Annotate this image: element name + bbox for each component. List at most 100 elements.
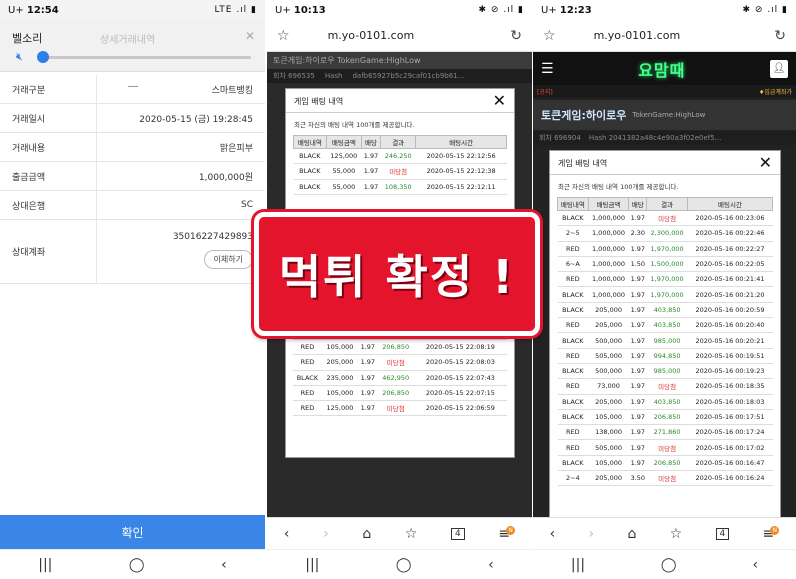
detail-value: 35016227429893: [172, 232, 253, 242]
recent-apps-icon[interactable]: |||: [305, 557, 319, 573]
recent-apps-icon[interactable]: |||: [571, 557, 585, 573]
column-header: 배팅내역: [557, 197, 589, 211]
recent-apps-icon[interactable]: |||: [38, 557, 52, 573]
table-cell: 2020-05-15 22:06:59: [413, 400, 507, 417]
table-cell: 미당첨: [377, 400, 414, 417]
menu-icon[interactable]: ≡N: [498, 525, 516, 542]
table-cell: 1.97: [628, 394, 647, 410]
home-icon[interactable]: ⌂: [362, 526, 371, 542]
column-header: 결과: [380, 135, 417, 149]
stamp-text: 먹튀 확정 !: [278, 250, 516, 304]
table-cell: 108,350: [380, 179, 416, 195]
table-cell: 1,000,000: [588, 225, 629, 242]
menu-icon[interactable]: ≡N: [763, 525, 780, 542]
close-icon[interactable]: ✕: [759, 153, 772, 172]
confirm-button[interactable]: 확인: [0, 515, 265, 549]
reload-icon[interactable]: ↻: [510, 28, 522, 44]
modal-title: 게임 배팅 내역 ✕: [286, 89, 514, 113]
bookmarks-icon[interactable]: ☆: [405, 526, 418, 542]
table-cell: 2~4: [557, 470, 589, 487]
column-header: 결과: [646, 197, 688, 211]
table-cell: 2~5: [557, 225, 589, 242]
table-cell: 2020-05-16 00:19:51: [687, 348, 773, 364]
hash-value: Hash 2041382a48c4e90a3f02e0ef5...: [588, 134, 722, 142]
bet-table: 배팅내역 배팅금액 배당 결과 배팅시간 BLACK 1,000,000 1.97 미당첨 20…: [557, 197, 774, 487]
tabs-icon[interactable]: 4: [715, 527, 730, 540]
copy-button[interactable]: 이체하기: [203, 250, 253, 269]
hamburger-menu-icon[interactable]: ☰: [541, 61, 554, 77]
bookmark-star-icon[interactable]: ☆: [277, 28, 290, 44]
table-cell: 125,000: [326, 148, 362, 165]
volume-slider-track[interactable]: [40, 56, 251, 59]
home-circle-icon[interactable]: ◯: [396, 557, 412, 573]
detail-label: 거래일시: [0, 104, 97, 132]
modal-title-text: 게임 배팅 내역: [558, 159, 608, 168]
table-cell: 505,000: [588, 439, 629, 456]
home-circle-icon[interactable]: ◯: [661, 557, 677, 573]
back-icon[interactable]: ‹: [488, 557, 494, 573]
close-icon[interactable]: ✕: [245, 29, 255, 43]
reload-icon[interactable]: ↻: [774, 28, 786, 44]
game-title-text: 토큰게임:하이로우: [541, 109, 627, 122]
table-row: BLACK 500,000 1.97 985,000 2020-05-16 00:20:…: [557, 332, 773, 349]
bookmark-star-icon[interactable]: ☆: [543, 28, 556, 44]
table-cell: 1.97: [628, 378, 647, 395]
close-icon[interactable]: ✕: [493, 91, 506, 110]
back-icon[interactable]: ‹: [752, 557, 758, 573]
table-cell: 1.97: [628, 409, 647, 426]
table-row: BLACK 205,000 1.97 403,850 2020-05-16 00:20:…: [557, 302, 773, 319]
table-cell: 2020-05-16 00:16:47: [687, 455, 773, 472]
table-cell: 985,000: [646, 332, 688, 349]
url-text[interactable]: m.yo-0101.com: [594, 29, 681, 42]
table-row: 2~5 1,000,000 2.30 2,300,000 2020-05-16 00:2…: [557, 225, 773, 242]
forward-arrow-icon[interactable]: ›: [323, 526, 329, 542]
back-icon[interactable]: ‹: [221, 557, 227, 573]
table-row: RED 125,000 1.97 미당첨 2020-05-15 22:06:59: [293, 400, 507, 417]
table-header-row: 배팅내역 배팅금액 배당 결과 배팅시간: [293, 135, 507, 149]
table-cell: 1.97: [628, 302, 647, 319]
table-cell: 500,000: [588, 332, 629, 349]
table-cell: 500,000: [588, 363, 629, 380]
bookmarks-icon[interactable]: ☆: [670, 526, 683, 542]
table-cell: 105,000: [588, 409, 629, 426]
forward-arrow-icon[interactable]: ›: [589, 526, 595, 542]
browser-toolbar: ‹ › ⌂ ☆ 4 ≡N: [267, 517, 532, 549]
mute-icon[interactable]: 🔇︎: [16, 50, 23, 64]
page-title: 상세거래내역: [100, 35, 156, 46]
back-arrow-icon[interactable]: ‹: [550, 526, 556, 542]
hash-value: dafb65927b5c29caf01cb9b61...: [352, 72, 465, 80]
url-text[interactable]: m.yo-0101.com: [328, 29, 415, 42]
user-icon[interactable]: 👤︎: [769, 59, 788, 78]
site-logo[interactable]: 요맘때: [638, 57, 685, 81]
table-cell: 2020-05-16 00:21:20: [687, 286, 773, 303]
table-row: RED 1,000,000 1.97 1,970,000 2020-05-16 00:2…: [557, 241, 773, 257]
detail-label: 출금금액: [0, 162, 97, 190]
table-cell: 206,850: [646, 455, 688, 472]
table-cell: 205,000: [588, 317, 629, 334]
back-arrow-icon[interactable]: ‹: [284, 526, 290, 542]
detail-row: 거래구분 스마트뱅킹: [0, 75, 265, 104]
round-number: 회차 696904: [539, 134, 581, 142]
detail-label: 거래내용: [0, 133, 97, 161]
table-cell: 2.30: [628, 225, 647, 242]
site-header: ☰ 요맘때 👤︎: [533, 52, 796, 85]
detail-row: 거래내용 맑은피부: [0, 133, 265, 162]
home-icon[interactable]: ◯: [129, 557, 145, 573]
home-icon[interactable]: ⌂: [627, 526, 636, 542]
carrier: U+: [541, 4, 557, 16]
volume-slider-thumb[interactable]: [37, 51, 49, 63]
system-nav-bar: ||| ◯ ‹: [533, 549, 796, 579]
tabs-icon[interactable]: 4: [451, 527, 465, 540]
table-cell: 1.97: [628, 363, 647, 380]
deposit-notice[interactable]: ♦입금계좌가: [759, 87, 792, 96]
status-icons: LTE .ıl ▮: [214, 5, 257, 15]
table-cell: 206,850: [377, 339, 414, 356]
detail-value: 2020-05-15 (금) 19:28:45: [139, 114, 253, 125]
table-cell: RED: [557, 348, 589, 364]
phone-bank-transfer: U+ 12:54 LTE .ıl ▮ 벨소리 상세거래내역 ✕ 🔇︎ 거래구분 …: [0, 0, 265, 579]
game-title: 토큰게임:하이로우 TokenGame:HighLow: [533, 100, 796, 130]
table-cell: 2020-05-16 00:22:05: [687, 256, 773, 273]
table-cell: 1.97: [358, 339, 378, 356]
table-cell: 1.97: [628, 332, 647, 349]
column-header: 배당: [628, 197, 648, 211]
